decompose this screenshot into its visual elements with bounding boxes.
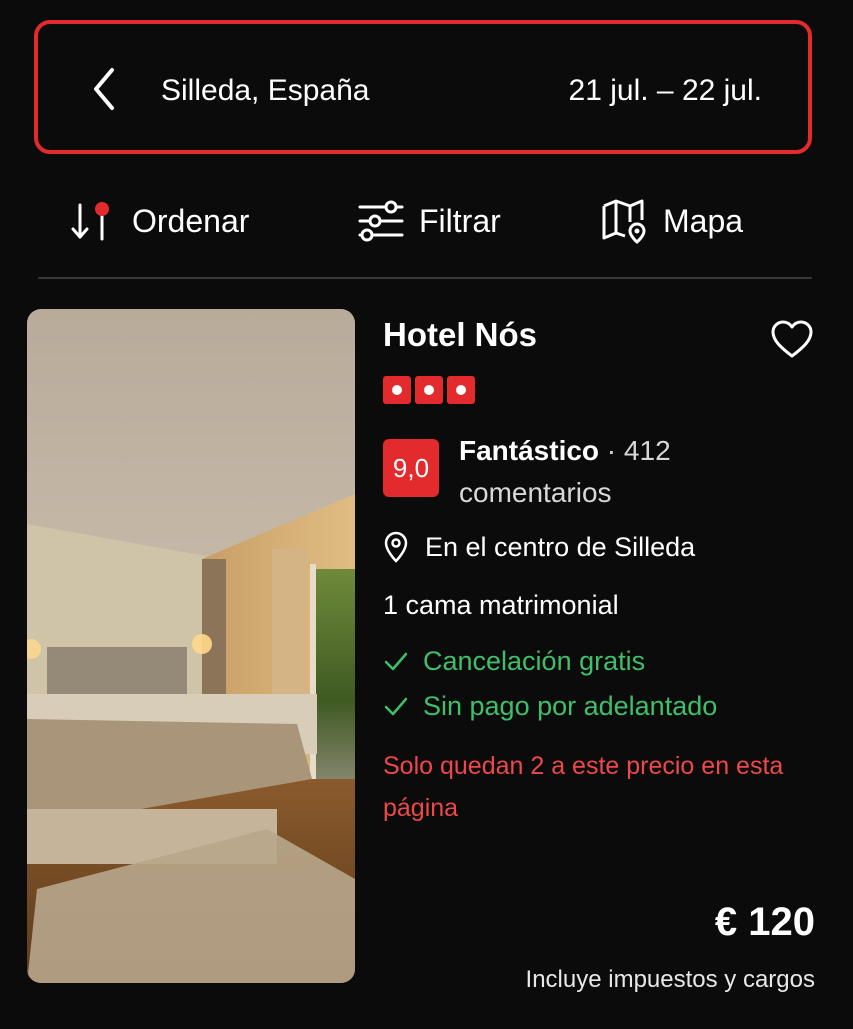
perk-1-text: Cancelación gratis	[423, 646, 646, 676]
search-location[interactable]: Silleda, España	[161, 74, 369, 108]
perk-free-cancellation: Cancelación gratis	[383, 646, 645, 677]
hotel-photo[interactable]	[27, 309, 355, 983]
filter-label: Filtrar	[419, 202, 501, 239]
chevron-left-icon[interactable]	[88, 64, 118, 114]
hotel-name[interactable]: Hotel Nós	[383, 316, 537, 354]
filter-sliders-icon	[358, 200, 404, 242]
heart-icon[interactable]	[770, 318, 814, 362]
map-icon	[602, 199, 646, 244]
rating-word: Fantástico	[459, 435, 600, 466]
check-icon	[384, 697, 408, 715]
bed-text: 1 cama matrimonial	[383, 590, 619, 620]
toolbar-divider	[38, 277, 812, 279]
search-summary-bar[interactable]: Silleda, España 21 jul. – 22 jul.	[34, 20, 812, 154]
search-dates[interactable]: 21 jul. – 22 jul.	[569, 74, 762, 108]
review-count: 412	[623, 435, 671, 466]
star-icon	[447, 376, 475, 404]
sort-icon	[71, 202, 109, 241]
location-row: En el centro de Silleda	[383, 531, 695, 563]
perk-2-text: Sin pago por adelantado	[423, 691, 718, 721]
rating-summary: Fantástico · 412 comentarios	[459, 435, 671, 508]
scarcity-message: Solo quedan 2 a este precio en esta pági…	[383, 752, 784, 822]
map-label: Mapa	[663, 202, 744, 239]
filter-button[interactable]: Filtrar	[357, 192, 501, 250]
perk-no-prepayment: Sin pago por adelantado	[383, 691, 717, 722]
price: € 120	[714, 900, 815, 944]
sort-label: Ordenar	[132, 202, 250, 239]
results-toolbar: Ordenar Filtrar Mapa	[0, 192, 853, 250]
map-button[interactable]: Mapa	[601, 192, 743, 250]
star-icon	[415, 376, 443, 404]
hotel-stars	[383, 376, 475, 404]
review-score-badge: 9,0	[383, 439, 439, 497]
location-text: En el centro de Silleda	[425, 531, 696, 562]
check-icon	[384, 652, 408, 670]
bed-info: 1 cama matrimonial	[383, 590, 619, 621]
location-pin-icon	[384, 531, 408, 563]
sort-button[interactable]: Ordenar	[70, 192, 249, 250]
star-icon	[383, 376, 411, 404]
price-note: Incluye impuestos y cargos	[525, 966, 815, 993]
reviews-label: comentarios	[459, 477, 612, 508]
